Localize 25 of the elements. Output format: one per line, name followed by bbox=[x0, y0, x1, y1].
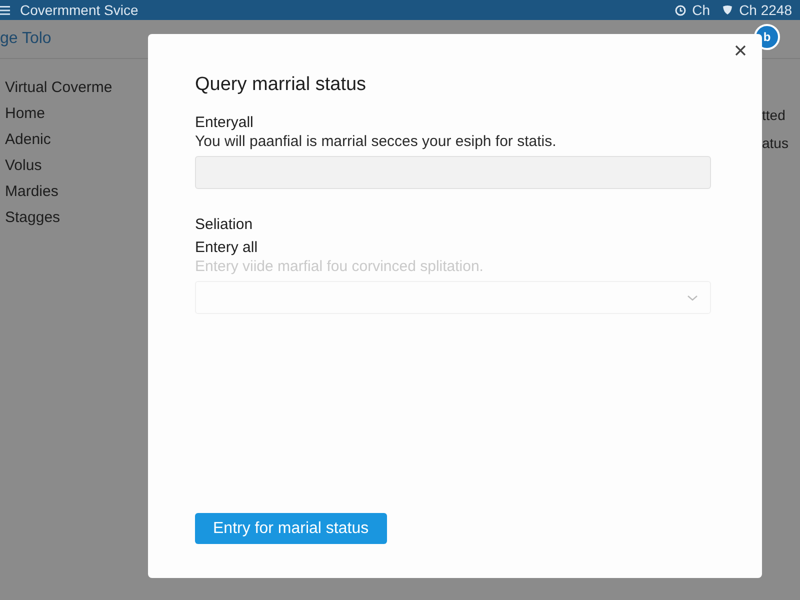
dialog-title: Query marrial status bbox=[195, 74, 368, 96]
sidebar-item[interactable]: Mardies bbox=[0, 183, 150, 200]
field-label: Entery all bbox=[195, 239, 259, 256]
sidebar-item[interactable]: Adenic bbox=[0, 131, 150, 148]
submit-button[interactable]: Entry for marial status bbox=[195, 513, 387, 544]
sidebar-item[interactable]: Home bbox=[0, 105, 150, 122]
shield-icon bbox=[722, 5, 734, 15]
sidebar-heading: Virtual Coverme bbox=[4, 79, 114, 96]
column-text: tted bbox=[762, 107, 786, 123]
field-label: Enteryall bbox=[195, 114, 254, 131]
input-field[interactable] bbox=[195, 156, 711, 189]
sidebar-item[interactable]: Stagges bbox=[0, 209, 150, 226]
chevron-icon bbox=[687, 294, 698, 300]
menu-icon[interactable] bbox=[0, 6, 10, 14]
status-text: Ch bbox=[692, 2, 710, 18]
section-heading: Seliation bbox=[195, 216, 254, 233]
app-title: Covermment Svice bbox=[20, 2, 138, 18]
sidebar-item[interactable]: Volus bbox=[0, 157, 150, 174]
close-icon[interactable] bbox=[735, 45, 746, 56]
clock-icon bbox=[675, 4, 686, 16]
dropdown-field[interactable] bbox=[195, 281, 711, 314]
status-text: Ch 2248 bbox=[739, 2, 792, 18]
field-description: You will paanfial is marrial secces your esiph for statis. bbox=[195, 133, 558, 150]
page-title: ge Tolo bbox=[0, 30, 52, 48]
column-text: atus bbox=[762, 135, 790, 151]
